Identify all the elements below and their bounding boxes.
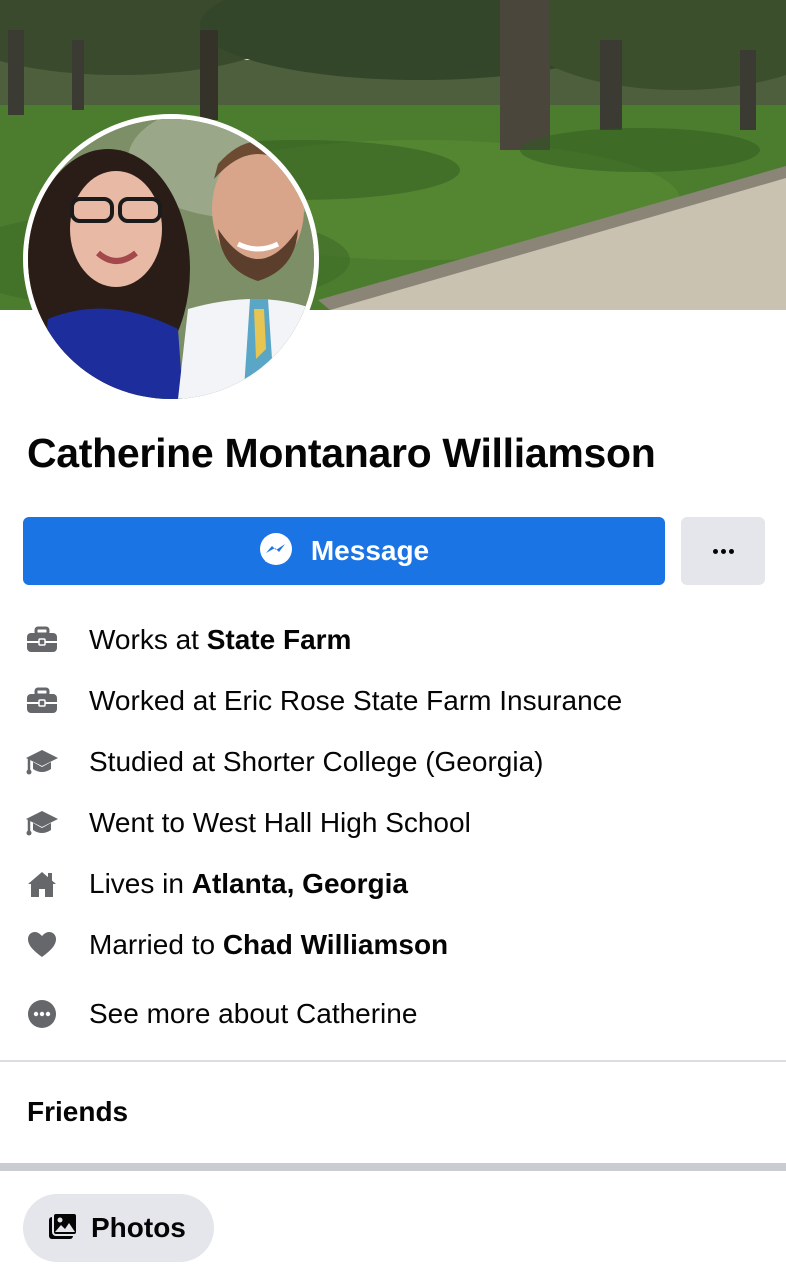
profile-avatar[interactable] <box>23 114 319 404</box>
intro-item-label: Lives in Atlanta, Georgia <box>89 868 408 899</box>
intro-item-label: Went to West Hall High School <box>89 807 471 838</box>
intro-item-label: Studied at Shorter College (Georgia) <box>89 746 544 777</box>
more-dots-icon <box>25 997 59 1031</box>
graduation-cap-icon <box>25 806 59 840</box>
photos-icon <box>47 1211 79 1246</box>
home-icon <box>25 867 59 901</box>
see-more-about-link[interactable]: See more about Catherine <box>0 994 786 1034</box>
graduation-cap-icon <box>25 745 59 779</box>
photos-button[interactable]: Photos <box>23 1194 214 1262</box>
profile-name: Catherine Montanaro Williamson <box>27 430 656 476</box>
message-button[interactable]: Message <box>23 517 665 585</box>
briefcase-icon <box>25 684 59 718</box>
briefcase-icon <box>25 623 59 657</box>
messenger-icon <box>259 532 293 571</box>
more-dots-icon <box>712 548 734 554</box>
friends-section-title[interactable]: Friends <box>27 1096 128 1128</box>
intro-item-label: Works at State Farm <box>89 624 352 655</box>
more-options-button[interactable] <box>681 517 765 585</box>
heart-icon <box>25 928 59 962</box>
intro-item-label: Married to Chad Williamson <box>89 929 449 960</box>
intro-item-past-work[interactable]: Worked at Eric Rose State Farm Insurance <box>0 681 786 721</box>
intro-item-label: Worked at Eric Rose State Farm Insurance <box>89 685 623 716</box>
profile-photo <box>28 119 314 399</box>
intro-item-high-school[interactable]: Went to West Hall High School <box>0 803 786 843</box>
intro-item-label: See more about Catherine <box>89 998 418 1029</box>
section-divider <box>0 1060 786 1062</box>
section-separator <box>0 1163 786 1171</box>
intro-item-relationship[interactable]: Married to Chad Williamson <box>0 925 786 965</box>
intro-item-work[interactable]: Works at State Farm <box>0 620 786 660</box>
photos-button-label: Photos <box>91 1212 186 1243</box>
message-button-label: Message <box>310 535 430 566</box>
intro-item-location[interactable]: Lives in Atlanta, Georgia <box>0 864 786 904</box>
intro-item-college[interactable]: Studied at Shorter College (Georgia) <box>0 742 786 782</box>
